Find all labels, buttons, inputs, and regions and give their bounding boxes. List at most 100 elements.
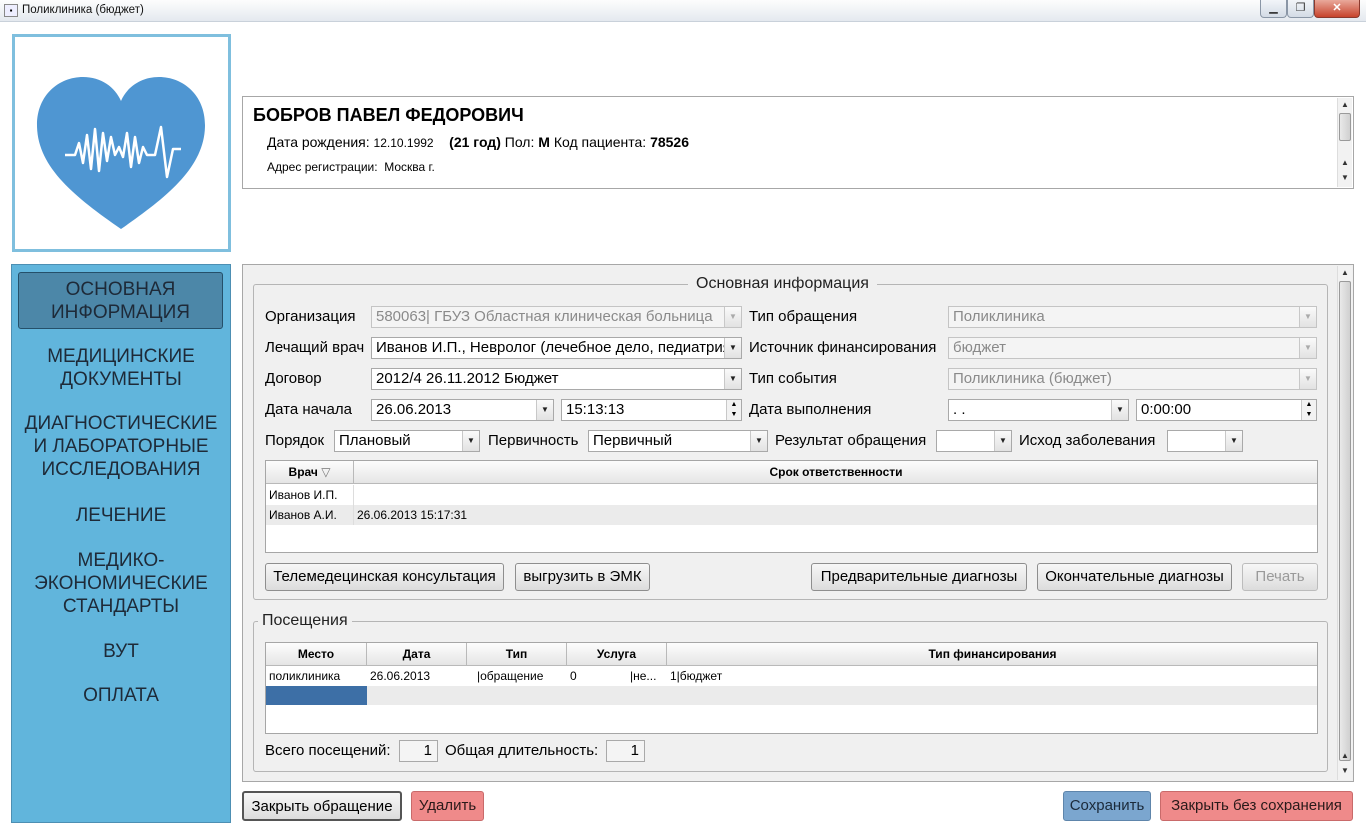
- export-emk-button[interactable]: выгрузить в ЭМК: [515, 563, 650, 591]
- visit-type-label: Тип обращения: [749, 308, 858, 325]
- sex-label: Пол:: [504, 134, 535, 150]
- delete-button[interactable]: Удалить: [411, 791, 484, 821]
- table-cell: Иванов А.И.: [266, 505, 354, 525]
- main-info-title: Основная информация: [696, 275, 869, 292]
- print-button[interactable]: Печать: [1242, 563, 1318, 591]
- table-row[interactable]: поликлиника 26.06.2013 |обращение 0 |не.…: [266, 667, 1317, 686]
- primary-combo[interactable]: Первичный ▼: [588, 430, 768, 452]
- column-header-date[interactable]: Дата: [367, 643, 467, 666]
- sort-icon: ▽: [321, 465, 331, 479]
- table-row[interactable]: Иванов А.И. 26.06.2013 15:17:31: [266, 505, 1317, 525]
- scroll-thumb[interactable]: [1339, 113, 1351, 141]
- doctor-value: Иванов И.П., Невролог (лечебное дело, пе…: [376, 339, 736, 356]
- table-cell: поликлиника: [269, 669, 341, 683]
- nav-item-vut[interactable]: ВУТ: [18, 640, 224, 663]
- close-without-saving-button[interactable]: Закрыть без сохранения: [1160, 791, 1353, 821]
- patient-code-label: Код пациента:: [553, 134, 647, 150]
- contract-combo[interactable]: 2012/4 26.11.2012 Бюджет ▼: [371, 368, 742, 390]
- window-titlebar: ▪ Поликлиника (бюджет) ▁ ❐ ✕: [0, 0, 1366, 22]
- scroll-up-icon[interactable]: ▲: [1338, 156, 1352, 170]
- doctor-combo[interactable]: Иванов И.П., Невролог (лечебное дело, пе…: [371, 337, 742, 359]
- outcome-label: Исход заболевания: [1019, 432, 1156, 449]
- done-date-value: . .: [953, 401, 966, 418]
- scroll-up-icon[interactable]: ▲: [1338, 749, 1352, 763]
- start-date-picker[interactable]: 26.06.2013 ▼: [371, 399, 554, 421]
- chevron-down-icon[interactable]: ▼: [1299, 307, 1316, 327]
- chevron-down-icon[interactable]: ▼: [724, 338, 741, 358]
- scroll-thumb[interactable]: [1339, 281, 1351, 761]
- window-title: Поликлиника (бюджет): [22, 4, 144, 16]
- table-row[interactable]: Иванов И.П.: [266, 485, 1317, 505]
- result-combo[interactable]: ▼: [936, 430, 1012, 452]
- sex-value: М: [538, 134, 550, 150]
- sidebar-nav: ОСНОВНАЯ ИНФОРМАЦИЯ МЕДИЦИНСКИЕ ДОКУМЕНТ…: [11, 264, 231, 823]
- order-combo[interactable]: Плановый ▼: [334, 430, 480, 452]
- chevron-down-icon[interactable]: ▼: [1299, 369, 1316, 389]
- close-visit-button[interactable]: Закрыть обращение: [242, 791, 402, 821]
- org-label: Организация: [265, 308, 356, 325]
- preliminary-diagnoses-button[interactable]: Предварительные диагнозы: [811, 563, 1027, 591]
- save-button[interactable]: Сохранить: [1063, 791, 1151, 821]
- age-value: (21 год): [449, 134, 501, 150]
- nav-item-standards[interactable]: МЕДИКО-ЭКОНОМИЧЕСКИЕ СТАНДАРТЫ: [18, 549, 224, 618]
- chevron-down-icon[interactable]: ▼: [1225, 431, 1242, 451]
- start-time-spinner[interactable]: 15:13:13 ▲ ▼: [561, 399, 742, 421]
- patient-scrollbar[interactable]: ▲ ▲ ▼: [1337, 98, 1352, 187]
- chevron-down-icon[interactable]: ▼: [462, 431, 479, 451]
- nav-item-payment[interactable]: ОПЛАТА: [18, 684, 224, 707]
- heart-logo: [12, 34, 231, 252]
- fin-source-label: Источник финансирования: [749, 339, 937, 356]
- done-time-spinner[interactable]: 0:00:00 ▲ ▼: [1136, 399, 1317, 421]
- close-icon: ✕: [1332, 2, 1342, 14]
- doctor-label: Лечащий врач: [265, 339, 365, 356]
- column-header-place[interactable]: Место: [266, 643, 367, 666]
- scroll-down-icon[interactable]: ▼: [1338, 764, 1352, 778]
- scroll-up-icon[interactable]: ▲: [1338, 266, 1352, 280]
- spin-up-icon[interactable]: ▲: [1302, 400, 1316, 410]
- chevron-down-icon[interactable]: ▼: [1299, 338, 1316, 358]
- minimize-button[interactable]: ▁: [1260, 0, 1287, 18]
- column-header-responsibility[interactable]: Срок ответственности: [354, 461, 1317, 484]
- table-row-empty[interactable]: [266, 686, 1317, 705]
- org-combo[interactable]: 580063| ГБУЗ Областная клиническая больн…: [371, 306, 742, 328]
- chevron-down-icon[interactable]: ▼: [724, 369, 741, 389]
- column-header-service[interactable]: Услуга: [567, 643, 667, 666]
- event-type-label: Тип события: [749, 370, 837, 387]
- total-duration-label: Общая длительность:: [445, 742, 599, 759]
- scroll-up-icon[interactable]: ▲: [1338, 98, 1352, 112]
- visit-type-combo[interactable]: Поликлиника ▼: [948, 306, 1317, 328]
- outcome-combo[interactable]: ▼: [1167, 430, 1243, 452]
- column-header-type[interactable]: Тип: [467, 643, 567, 666]
- telemed-consult-button[interactable]: Телемедецинская консультация: [265, 563, 504, 591]
- start-date-label: Дата начала: [265, 401, 352, 418]
- patient-name: БОБРОВ ПАВЕЛ ФЕДОРОВИЧ: [253, 105, 524, 125]
- chevron-down-icon[interactable]: ▼: [1111, 400, 1128, 420]
- nav-item-diagnostics[interactable]: ДИАГНОСТИЧЕСКИЕ И ЛАБОРАТОРНЫЕ ИССЛЕДОВА…: [18, 412, 224, 481]
- column-header-fin-type[interactable]: Тип финансирования: [667, 643, 1317, 666]
- close-window-button[interactable]: ✕: [1314, 0, 1360, 18]
- spin-up-icon[interactable]: ▲: [727, 400, 741, 410]
- nav-item-medical-docs[interactable]: МЕДИЦИНСКИЕ ДОКУМЕНТЫ: [18, 345, 224, 391]
- nav-item-treatment[interactable]: ЛЕЧЕНИЕ: [18, 504, 224, 527]
- scroll-down-icon[interactable]: ▼: [1338, 171, 1352, 185]
- chevron-down-icon[interactable]: ▼: [536, 400, 553, 420]
- fin-source-combo[interactable]: бюджет ▼: [948, 337, 1317, 359]
- patient-code-value: 78526: [650, 134, 689, 150]
- maximize-button[interactable]: ❐: [1287, 0, 1314, 18]
- done-time-value: 0:00:00: [1141, 401, 1192, 418]
- contract-value: 2012/4 26.11.2012 Бюджет: [376, 370, 559, 387]
- main-scrollbar[interactable]: ▲ ▲ ▼: [1337, 266, 1352, 780]
- chevron-down-icon[interactable]: ▼: [750, 431, 767, 451]
- chevron-down-icon[interactable]: ▼: [724, 307, 741, 327]
- chevron-down-icon[interactable]: ▼: [994, 431, 1011, 451]
- done-date-picker[interactable]: . . ▼: [948, 399, 1129, 421]
- table-cell: 26.06.2013: [370, 669, 431, 683]
- selected-cell[interactable]: [266, 686, 367, 705]
- event-type-combo[interactable]: Поликлиника (бюджет) ▼: [948, 368, 1317, 390]
- table-cell: |не...: [630, 669, 657, 683]
- nav-item-main-info[interactable]: ОСНОВНАЯ ИНФОРМАЦИЯ: [18, 272, 223, 329]
- spin-down-icon[interactable]: ▼: [1302, 410, 1316, 420]
- spin-down-icon[interactable]: ▼: [727, 410, 741, 420]
- final-diagnoses-button[interactable]: Окончательные диагнозы: [1037, 563, 1232, 591]
- column-header-doctor[interactable]: Врач ▽: [266, 461, 354, 484]
